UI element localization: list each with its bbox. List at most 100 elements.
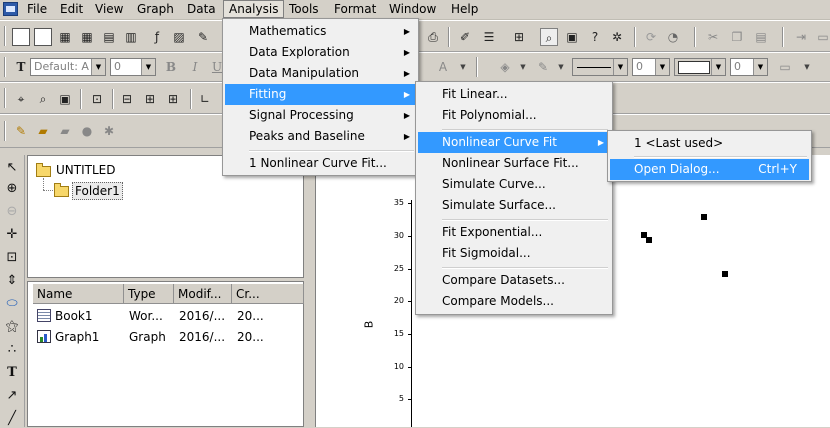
line-color-icon[interactable]: ✎ — [534, 58, 552, 76]
italic-button[interactable]: I — [186, 58, 204, 76]
tree-item-folder1[interactable]: Folder1 — [72, 182, 123, 200]
menu-item-fit-sigmoidal[interactable]: Fit Sigmoidal... — [418, 243, 610, 264]
menu-view[interactable]: View — [90, 0, 128, 18]
tree-root-untitled[interactable]: UNTITLED — [56, 162, 115, 178]
data-reader-tool-icon[interactable]: ✛ — [3, 226, 21, 244]
merge-graphs-icon[interactable]: ⊞ — [164, 90, 182, 108]
command-window-icon[interactable]: ▣ — [563, 28, 581, 46]
results-log-icon[interactable]: ☰ — [480, 28, 498, 46]
menu-item-fitting[interactable]: Fitting ▶ — [225, 84, 416, 105]
bold-button[interactable]: B — [162, 58, 180, 76]
column-header-modified[interactable]: Modif... — [174, 284, 232, 304]
screen-reader-icon[interactable]: ⌕ — [34, 90, 52, 108]
column-header-name[interactable]: Name — [33, 284, 124, 304]
mask-icon[interactable]: ⚝ — [3, 318, 21, 336]
app-icon[interactable] — [3, 2, 18, 16]
chevron-down-icon[interactable]: ▼ — [798, 58, 816, 76]
menu-edit[interactable]: Edit — [55, 0, 88, 18]
menu-item-nonlinear-surface-fit[interactable]: Nonlinear Surface Fit... — [418, 153, 610, 174]
chevron-down-icon[interactable]: ▼ — [655, 59, 669, 75]
menu-tools[interactable]: Tools — [284, 0, 324, 18]
line-style-combo[interactable]: ▼ — [572, 58, 628, 76]
border-width-combo[interactable]: 0 ▼ — [730, 58, 768, 76]
column-header-created[interactable]: Cr... — [232, 284, 304, 304]
menu-item-compare-models[interactable]: Compare Models... — [418, 291, 610, 312]
line-width-combo[interactable]: 0 ▼ — [632, 58, 670, 76]
chevron-down-icon[interactable]: ▼ — [753, 59, 767, 75]
menu-format[interactable]: Format — [329, 0, 381, 18]
axis-icon[interactable]: ∟ — [196, 90, 214, 108]
arrange-layers-icon[interactable]: ⊞ — [141, 90, 159, 108]
menu-help[interactable]: Help — [446, 0, 483, 18]
settings-gear-icon[interactable]: ✲ — [608, 28, 626, 46]
menu-item-nonlinear-curve-fit[interactable]: Nonlinear Curve Fit ▶ — [418, 132, 610, 153]
copy-icon[interactable]: ❐ — [728, 28, 746, 46]
chevron-down-icon[interactable]: ▼ — [514, 58, 532, 76]
rescale-icon[interactable]: ⊡ — [88, 90, 106, 108]
pin-icon[interactable]: ● — [78, 122, 96, 140]
menu-item-simulate-curve[interactable]: Simulate Curve... — [418, 174, 610, 195]
save-icon[interactable]: ▰ — [56, 122, 74, 140]
new-function-icon[interactable]: ƒ — [148, 28, 166, 46]
menu-graph[interactable]: Graph — [132, 0, 179, 18]
add-column-icon[interactable]: ⇥ — [792, 28, 810, 46]
menu-item-compare-datasets[interactable]: Compare Datasets... — [418, 270, 610, 291]
new-workbook-icon[interactable]: ▦ — [56, 28, 74, 46]
recalculate-icon[interactable]: ◔ — [664, 28, 682, 46]
refresh-icon[interactable]: ⟳ — [642, 28, 660, 46]
new-notes-icon[interactable]: ✎ — [194, 28, 212, 46]
menu-window[interactable]: Window — [384, 0, 441, 18]
zoom-in-icon[interactable]: ⊕ — [3, 180, 21, 198]
code-builder-icon[interactable]: ✐ — [456, 28, 474, 46]
data-display-icon[interactable]: ▣ — [56, 90, 74, 108]
new-folder-icon[interactable] — [34, 28, 52, 46]
menu-analysis[interactable]: Analysis — [223, 0, 285, 18]
new-project-icon[interactable] — [12, 28, 30, 46]
row-name-book1[interactable]: Book1 — [55, 308, 93, 324]
column-header-type[interactable]: Type — [124, 284, 174, 304]
chevron-down-icon[interactable]: ▼ — [711, 59, 725, 75]
draw-data-icon[interactable]: ∴ — [3, 341, 21, 359]
project-explorer-icon[interactable]: ⊞ — [510, 28, 528, 46]
zoom-icon[interactable]: ⌕ — [540, 28, 558, 46]
menu-item-recent-nlfit[interactable]: 1 Nonlinear Curve Fit... — [225, 153, 416, 174]
menu-item-peaks-baseline[interactable]: Peaks and Baseline ▶ — [225, 126, 416, 147]
arrow-tool-icon[interactable]: ↗ — [3, 387, 21, 405]
cut-icon[interactable]: ✂ — [704, 28, 722, 46]
row-name-graph1[interactable]: Graph1 — [55, 329, 99, 345]
settings-icon[interactable]: ✱ — [100, 122, 118, 140]
chevron-down-icon[interactable]: ▼ — [552, 58, 570, 76]
layer-icon[interactable]: ⊟ — [118, 90, 136, 108]
font-name-combo[interactable]: Default: A ▼ — [30, 58, 106, 76]
menu-file[interactable]: File — [22, 0, 52, 18]
chevron-down-icon[interactable]: ▼ — [613, 59, 627, 75]
edit-icon[interactable]: ✎ — [12, 122, 30, 140]
menu-item-fit-exponential[interactable]: Fit Exponential... — [418, 222, 610, 243]
zoom-out-icon[interactable]: ⊖ — [3, 203, 21, 221]
chevron-down-icon[interactable]: ▼ — [91, 59, 105, 75]
screen-reader-tool-icon[interactable]: ⊡ — [3, 249, 21, 267]
menu-item-last-used[interactable]: 1 <Last used> — [610, 133, 809, 154]
align-icon[interactable]: ▭ — [776, 58, 794, 76]
menu-item-signal-processing[interactable]: Signal Processing ▶ — [225, 105, 416, 126]
explorer-splitter[interactable] — [27, 277, 304, 282]
message-log-icon[interactable]: ? — [586, 28, 604, 46]
font-size-combo[interactable]: 0 ▼ — [110, 58, 156, 76]
chevron-down-icon[interactable]: ▼ — [141, 59, 155, 75]
menu-item-fit-polynomial[interactable]: Fit Polynomial... — [418, 105, 610, 126]
new-matrix-icon[interactable]: ▥ — [122, 28, 140, 46]
fill-pattern-combo[interactable]: ▼ — [674, 58, 726, 76]
open-folder-icon[interactable]: ▰ — [34, 122, 52, 140]
menu-item-mathematics[interactable]: Mathematics ▶ — [225, 21, 416, 42]
region-select-icon[interactable]: ⬭ — [3, 295, 21, 313]
fill-color-icon[interactable]: ◈ — [496, 58, 514, 76]
text-tool-icon[interactable]: T — [3, 364, 21, 382]
menu-item-data-exploration[interactable]: Data Exploration ▶ — [225, 42, 416, 63]
line-tool-icon[interactable]: ╱ — [3, 410, 21, 428]
add-row-icon[interactable]: ▭ — [814, 28, 830, 46]
data-selector-icon[interactable]: ⇕ — [3, 272, 21, 290]
new-graph-icon[interactable]: ▤ — [100, 28, 118, 46]
data-reader-icon[interactable]: ⌖ — [12, 90, 30, 108]
menu-item-fit-linear[interactable]: Fit Linear... — [418, 84, 610, 105]
new-excel-icon[interactable]: ▦ — [78, 28, 96, 46]
